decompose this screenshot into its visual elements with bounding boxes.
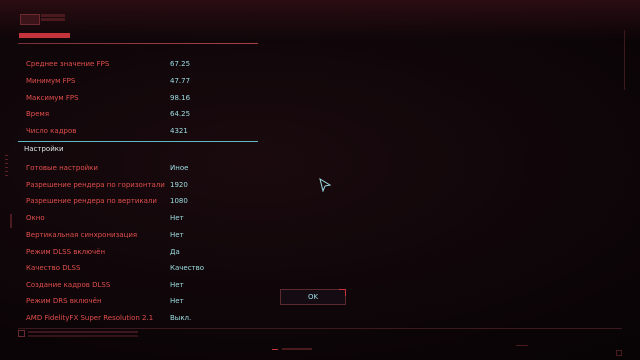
stat-label: Среднее значение FPS bbox=[26, 60, 110, 68]
setting-label: Создание кадров DLSS bbox=[26, 281, 111, 289]
setting-row-dlss-quality: Качество DLSS Качество bbox=[26, 261, 236, 275]
stat-label: Минимум FPS bbox=[26, 77, 76, 85]
setting-row-dlss-frame-gen: Создание кадров DLSS Нет bbox=[26, 278, 236, 292]
panel-title-bar bbox=[19, 33, 70, 38]
setting-value: Да bbox=[170, 248, 180, 256]
top-divider bbox=[18, 43, 258, 44]
setting-value: Нет bbox=[170, 214, 184, 222]
stat-label: Максимум FPS bbox=[26, 94, 79, 102]
stat-value: 47.77 bbox=[170, 77, 191, 85]
stat-value: 64.25 bbox=[170, 110, 191, 118]
settings-section-title: Настройки bbox=[24, 145, 64, 153]
setting-label: AMD FidelityFX Super Resolution 2.1 bbox=[26, 314, 154, 322]
stat-row-min-fps: Минимум FPS 47.77 bbox=[26, 74, 236, 88]
pointer-cursor-icon bbox=[319, 178, 332, 192]
setting-row-drs: Режим DRS включён Нет bbox=[26, 294, 236, 308]
top-glow bbox=[0, 0, 640, 40]
setting-row-dlss-mode: Режим DLSS включён Да bbox=[26, 245, 236, 259]
setting-value: Нет bbox=[170, 281, 184, 289]
stat-value: 98.16 bbox=[170, 94, 191, 102]
setting-label: Разрешение рендера по горизонтали bbox=[26, 181, 165, 189]
stat-row-time: Время 64.25 bbox=[26, 107, 236, 121]
stat-label: Число кадров bbox=[26, 127, 77, 135]
bottom-divider bbox=[18, 328, 622, 329]
setting-label: Разрешение рендера по вертикали bbox=[26, 197, 157, 205]
setting-label: Окно bbox=[26, 214, 45, 222]
ok-button[interactable]: OK bbox=[280, 289, 346, 305]
stat-value: 67.25 bbox=[170, 60, 191, 68]
setting-row-res-vertical: Разрешение рендера по вертикали 1080 bbox=[26, 194, 236, 208]
setting-value: Качество bbox=[170, 264, 205, 272]
stat-label: Время bbox=[26, 110, 50, 118]
game-logo-icon bbox=[20, 14, 40, 25]
setting-value: Нет bbox=[170, 231, 184, 239]
bottom-center-marker bbox=[272, 349, 278, 350]
setting-label: Режим DLSS включён bbox=[26, 248, 106, 256]
setting-value: Выкл. bbox=[170, 314, 192, 322]
setting-row-res-horizontal: Разрешение рендера по горизонтали 1920 bbox=[26, 178, 236, 192]
info-icon bbox=[18, 330, 25, 337]
bottom-center-decoration bbox=[282, 348, 312, 350]
settings-divider bbox=[18, 141, 258, 142]
setting-label: Качество DLSS bbox=[26, 264, 81, 272]
stat-value: 4321 bbox=[170, 127, 188, 135]
bottom-caption-decoration bbox=[28, 331, 138, 333]
setting-value: 1080 bbox=[170, 197, 188, 205]
corner-decoration bbox=[616, 30, 625, 90]
bottom-right-marker bbox=[516, 345, 528, 346]
setting-label: Режим DRS включён bbox=[26, 297, 102, 305]
setting-label: Вертикальная синхронизация bbox=[26, 231, 138, 239]
setting-value: Нет bbox=[170, 297, 184, 305]
setting-row-window: Окно Нет bbox=[26, 211, 236, 225]
left-edge-marker bbox=[10, 214, 12, 228]
setting-row-fsr: AMD FidelityFX Super Resolution 2.1 Выкл… bbox=[26, 311, 236, 325]
setting-row-preset: Готовые настройки Иное bbox=[26, 161, 236, 175]
bottom-right-icon bbox=[616, 350, 622, 356]
setting-label: Готовые настройки bbox=[26, 164, 98, 172]
stat-row-max-fps: Максимум FPS 98.16 bbox=[26, 91, 236, 105]
stat-row-frames: Число кадров 4321 bbox=[26, 124, 236, 138]
stat-row-avg-fps: Среднее значение FPS 67.25 bbox=[26, 57, 236, 71]
logo-caption bbox=[41, 14, 65, 17]
setting-value: Иное bbox=[170, 164, 189, 172]
setting-row-vsync: Вертикальная синхронизация Нет bbox=[26, 228, 236, 242]
left-edge-decoration bbox=[5, 155, 8, 179]
setting-value: 1920 bbox=[170, 181, 188, 189]
